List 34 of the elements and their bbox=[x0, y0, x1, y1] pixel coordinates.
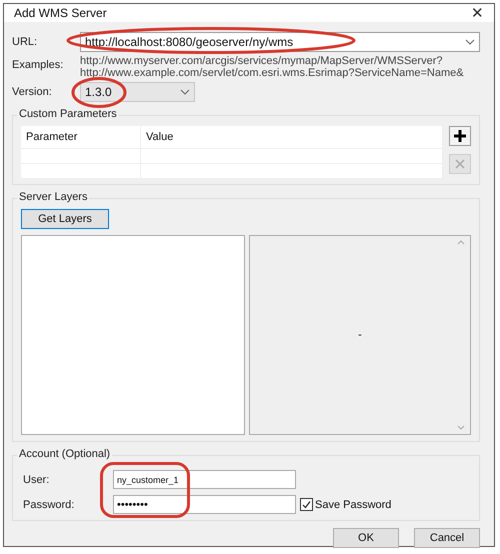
url-label: URL: bbox=[12, 36, 38, 48]
close-icon bbox=[455, 159, 465, 169]
example-url: http://www.example.com/servlet/com.esri.wms.Esrimap?ServiceName=Name& bbox=[80, 67, 464, 79]
url-combo-box[interactable]: http://localhost:8080/geoserver/ny/wms bbox=[80, 32, 480, 52]
scroll-up-icon[interactable] bbox=[457, 240, 465, 245]
group-title: Custom Parameters bbox=[17, 108, 119, 120]
dialog-button[interactable]: OK bbox=[333, 528, 399, 548]
dialog-button[interactable]: Cancel bbox=[414, 528, 480, 548]
window-title: Add WMS Server bbox=[14, 6, 107, 20]
group-title: Account (Optional) bbox=[17, 448, 112, 460]
column-header: Value bbox=[141, 126, 443, 148]
layers-list[interactable] bbox=[21, 235, 245, 435]
example-url: http://www.myserver.com/arcgis/services/mymap/MapServer/WMSServer? bbox=[80, 55, 444, 67]
chevron-down-icon bbox=[180, 89, 190, 95]
close-button[interactable]: ✕ bbox=[471, 4, 484, 22]
version-label: Version: bbox=[12, 86, 53, 98]
user-label: User: bbox=[22, 474, 50, 486]
password-field[interactable]: •••••••• bbox=[113, 495, 296, 514]
column-header: Parameter bbox=[21, 126, 141, 148]
scroll-down-icon[interactable] bbox=[457, 425, 465, 430]
add-button[interactable] bbox=[449, 126, 471, 146]
group-title: Server Layers bbox=[17, 191, 90, 203]
examples-label: Examples: bbox=[12, 58, 64, 71]
annotation-circle bbox=[71, 77, 127, 108]
plus-icon bbox=[453, 129, 467, 143]
chevron-down-icon bbox=[465, 39, 475, 45]
checkbox[interactable] bbox=[300, 498, 313, 511]
remove-button[interactable] bbox=[449, 154, 471, 174]
checkbox-label: Save Password bbox=[315, 498, 392, 510]
user-field[interactable]: ny_customer_1 bbox=[113, 470, 296, 489]
checkmark-icon bbox=[302, 500, 311, 509]
preview-text: - bbox=[358, 329, 362, 341]
password-label: Password: bbox=[22, 498, 76, 510]
get-layers-button[interactable]: Get Layers bbox=[21, 209, 109, 229]
